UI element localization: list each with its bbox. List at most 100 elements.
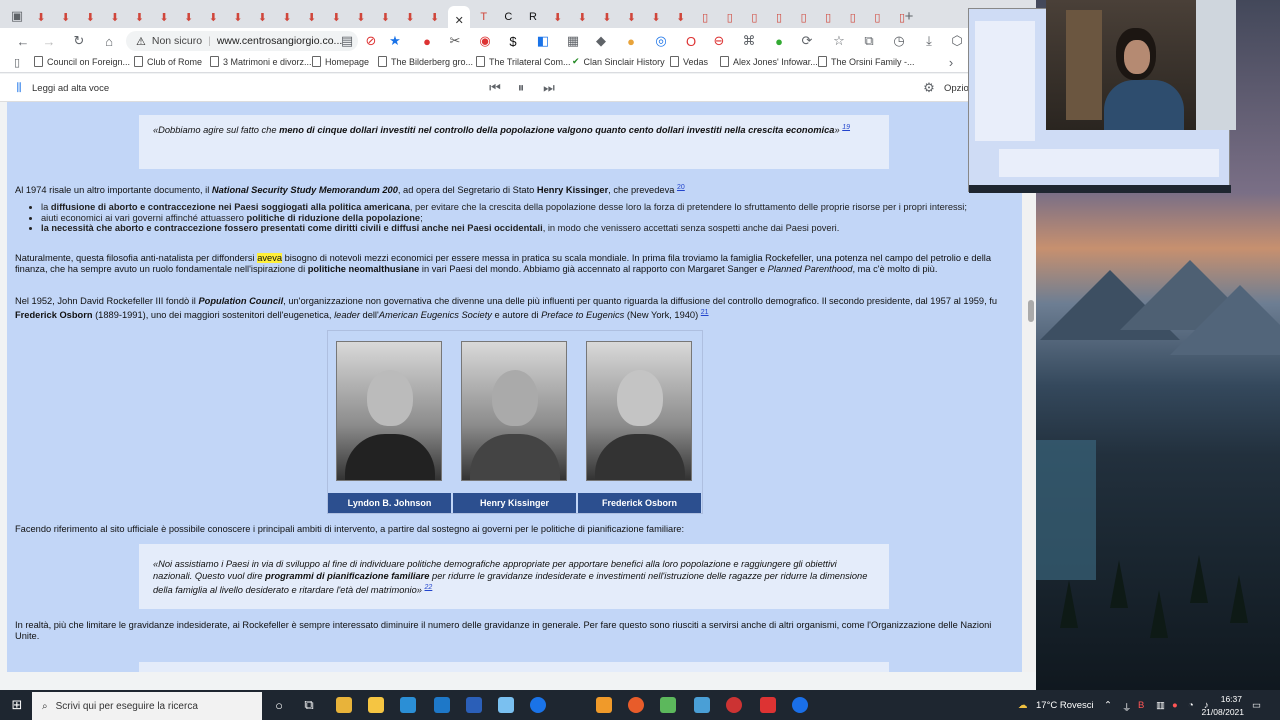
browser-tab[interactable]: ✕: [448, 6, 471, 34]
browser-tab[interactable]: ▯: [768, 7, 790, 27]
wifi-icon[interactable]: ◔: [1188, 700, 1194, 711]
extension-icon[interactable]: ✂: [446, 33, 464, 49]
clock-time[interactable]: 16:37: [1202, 694, 1242, 704]
browser-tab[interactable]: ⬇: [670, 7, 692, 27]
extension-icon[interactable]: ◎: [652, 33, 670, 49]
back-icon[interactable]: ←: [14, 33, 32, 49]
extension-icon[interactable]: ●: [770, 33, 788, 49]
browser-tab[interactable]: ⬇: [596, 7, 618, 27]
footnote-link[interactable]: 22: [425, 584, 433, 591]
scrollbar-thumb[interactable]: [1028, 300, 1034, 322]
weather-label[interactable]: 17°C Rovesci: [1036, 700, 1094, 711]
browser-tab[interactable]: ▯: [866, 7, 888, 27]
bookmark-item[interactable]: The Bilderberg gro...: [378, 56, 473, 67]
usb-icon[interactable]: ⏚: [1122, 700, 1132, 714]
browser-tab[interactable]: ⬇: [251, 7, 273, 27]
bookmark-item[interactable]: Club of Rome: [134, 56, 202, 67]
footnote-link[interactable]: 19: [842, 124, 850, 131]
chevron-right-icon[interactable]: ›: [942, 54, 960, 70]
options-label[interactable]: Opzio: [944, 83, 969, 94]
word-icon[interactable]: [466, 697, 482, 713]
browser-tab[interactable]: ⬇: [645, 7, 667, 27]
adblock-icon[interactable]: ●: [418, 33, 436, 49]
browser-tab[interactable]: ⬇: [128, 7, 150, 27]
browser-tab[interactable]: ▯: [719, 7, 741, 27]
browser-tab[interactable]: ⬇: [30, 7, 52, 27]
antivirus-icon[interactable]: ●: [1172, 700, 1178, 711]
extension-icon[interactable]: ◧: [534, 33, 552, 49]
cookie-icon[interactable]: ●: [622, 33, 640, 49]
browser-tab[interactable]: ⬇: [424, 7, 446, 27]
network-icon[interactable]: ▥: [1156, 700, 1165, 711]
new-tab-button[interactable]: +: [900, 8, 918, 25]
browser-tab[interactable]: ⬇: [399, 7, 421, 27]
record-icon[interactable]: ◉: [476, 33, 494, 49]
footnote-link[interactable]: 20: [677, 184, 685, 191]
clock-date[interactable]: 21/08/2021: [1198, 707, 1244, 717]
app-icon[interactable]: [660, 697, 676, 713]
browser-tab[interactable]: ⬇: [301, 7, 323, 27]
read-aloud-label[interactable]: Leggi ad alta voce: [32, 83, 109, 94]
firefox-icon[interactable]: [628, 697, 644, 713]
history-icon[interactable]: ◷: [890, 33, 908, 49]
translate-icon[interactable]: ⌘: [740, 33, 758, 49]
browser-tab[interactable]: ▯: [817, 7, 839, 27]
address-bar[interactable]: ⚠ Non sicuro | www.centrosangiorgio.co..…: [126, 31, 358, 51]
app-icon[interactable]: [694, 697, 710, 713]
sync-icon[interactable]: ⟳: [798, 33, 816, 49]
browser-tab[interactable]: ▯: [793, 7, 815, 27]
folder-icon[interactable]: [596, 697, 612, 713]
bookmark-item[interactable]: Council on Foreign...: [34, 56, 130, 67]
dollar-icon[interactable]: $: [504, 33, 522, 49]
bookmark-item[interactable]: 3 Matrimoni e divorz...: [210, 56, 312, 67]
browser-tab[interactable]: T: [473, 7, 495, 27]
browser-tab[interactable]: ⬇: [79, 7, 101, 27]
home-icon[interactable]: ⌂: [100, 33, 118, 49]
footnote-link[interactable]: 21: [701, 309, 709, 316]
notifications-icon[interactable]: ▭: [1252, 700, 1261, 711]
browser-tab[interactable]: ▯: [694, 7, 716, 27]
extensions-icon[interactable]: ⬡: [948, 33, 966, 49]
pause-icon[interactable]: ⏸: [512, 80, 530, 96]
settings-icon[interactable]: ⚙: [920, 80, 938, 96]
browser-tab[interactable]: ⬇: [55, 7, 77, 27]
favorites-icon[interactable]: ☆: [830, 33, 848, 49]
bookmark-item[interactable]: Vedas: [670, 56, 708, 67]
download-icon[interactable]: ⤓: [920, 33, 938, 49]
browser-tab[interactable]: C: [497, 7, 519, 27]
bookmark-item[interactable]: The Orsini Family -...: [818, 56, 915, 67]
edge-icon[interactable]: [400, 697, 416, 713]
store-icon[interactable]: [368, 697, 384, 713]
browser-tab[interactable]: ⬇: [227, 7, 249, 27]
block-icon[interactable]: ⊖: [710, 33, 728, 49]
browser-tab[interactable]: ⬇: [547, 7, 569, 27]
file-explorer-icon[interactable]: [336, 697, 352, 713]
app-icon[interactable]: [760, 697, 776, 713]
tab-actions-icon[interactable]: ▣: [8, 8, 26, 24]
app-icon[interactable]: [726, 697, 742, 713]
taskbar-search[interactable]: ⌕ Scrivi qui per eseguire la ricerca: [32, 692, 262, 720]
browser-tab[interactable]: ⬇: [104, 7, 126, 27]
browser-tab[interactable]: ⬇: [325, 7, 347, 27]
app-icon[interactable]: [792, 697, 808, 713]
windows-start-icon[interactable]: ⊞: [8, 697, 26, 713]
browser-tab[interactable]: ⬇: [153, 7, 175, 27]
previous-icon[interactable]: ⏮: [486, 80, 504, 96]
grid-icon[interactable]: ▦: [564, 33, 582, 49]
bookmark-item[interactable]: The Trilateral Com...: [476, 56, 571, 67]
tracking-icon[interactable]: ⊘: [362, 33, 380, 49]
favorite-star-icon[interactable]: ★: [386, 33, 404, 49]
lock-extension-icon[interactable]: ◆: [592, 33, 610, 49]
app-tray-icon[interactable]: B: [1138, 700, 1144, 711]
browser-tab[interactable]: ⬇: [178, 7, 200, 27]
cortana-icon[interactable]: ○: [270, 697, 288, 713]
collections-icon[interactable]: ⧉: [860, 33, 878, 49]
browser-tab[interactable]: ⬇: [620, 7, 642, 27]
reload-icon[interactable]: ↻: [70, 33, 88, 49]
ie-icon[interactable]: [530, 697, 546, 713]
opera-icon[interactable]: O: [682, 33, 700, 49]
browser-tab[interactable]: ⬇: [202, 7, 224, 27]
bookmark-page-icon[interactable]: ▯: [8, 54, 26, 70]
reader-mode-icon[interactable]: ▤: [338, 33, 356, 49]
browser-tab[interactable]: ⬇: [276, 7, 298, 27]
